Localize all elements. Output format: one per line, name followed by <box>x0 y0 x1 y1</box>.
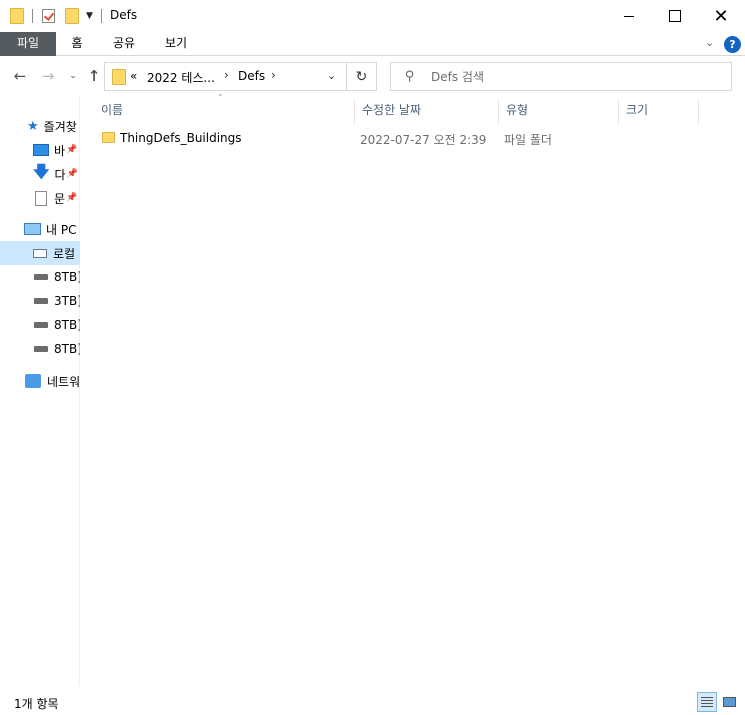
folder-icon <box>112 69 126 85</box>
forward-button[interactable]: → <box>37 64 59 88</box>
sidebar-item-network[interactable]: 네트워 <box>0 369 80 393</box>
sidebar-item-label: 문 <box>54 191 66 206</box>
sidebar-item-label: 3TB] <box>54 294 80 308</box>
status-bar: 1개 항목 <box>0 686 745 715</box>
item-count: 1개 항목 <box>14 697 59 711</box>
star-icon: ★ <box>27 118 39 134</box>
drive-icon <box>34 274 48 280</box>
help-icon[interactable]: ? <box>724 36 741 53</box>
sidebar-item-label: 로컬 <box>53 246 76 261</box>
sidebar-item-label: 내 PC <box>46 222 77 237</box>
drive-icon <box>34 298 48 304</box>
sidebar-item-label: 바 <box>54 143 66 158</box>
search-icon: ⚲ <box>405 69 415 84</box>
recent-locations-dropdown[interactable]: ⌄ <box>62 64 84 88</box>
sidebar-item-this-pc[interactable]: 내 PC <box>0 217 80 241</box>
column-divider[interactable] <box>698 100 699 124</box>
minimize-button[interactable] <box>606 0 652 32</box>
sidebar-item-drive[interactable]: 3TB] <box>0 289 80 313</box>
desktop-icon <box>33 144 49 156</box>
refresh-button[interactable]: ↻ <box>347 62 377 91</box>
sidebar-item-desktop[interactable]: 바 📌 <box>0 138 80 162</box>
file-list: ˄ 이름 수정한 날짜 유형 크기 ThingDefs_Buildings 20… <box>81 94 745 686</box>
address-dropdown-icon[interactable]: ⌄ <box>327 69 336 82</box>
breadcrumb-overflow[interactable]: « <box>130 69 137 83</box>
local-disk-icon <box>33 248 47 258</box>
column-header-name[interactable]: 이름 <box>93 100 354 124</box>
breadcrumb-separator-icon[interactable]: › <box>224 68 229 82</box>
up-button[interactable]: ↑ <box>83 64 105 88</box>
new-folder-icon[interactable] <box>65 6 79 26</box>
navigation-bar: ← → ⌄ ↑ « 2022 테스... › Defs › ⌄ ↻ ⚲ <box>0 56 745 96</box>
maximize-button[interactable] <box>652 0 698 32</box>
file-type: 파일 폴더 <box>504 133 552 147</box>
title-bar: ▼ Defs ✕ <box>0 0 745 32</box>
folder-icon <box>10 6 24 26</box>
tab-share[interactable]: 공유 <box>104 32 144 56</box>
column-header-size[interactable]: 크기 <box>618 100 698 124</box>
pin-icon: 📌 <box>66 169 78 179</box>
large-icons-view-icon <box>722 697 736 707</box>
separator <box>101 6 102 26</box>
sidebar-item-drive[interactable]: 8TB] <box>0 265 80 289</box>
sidebar-item-label: 8TB] <box>54 318 80 332</box>
sidebar-item-documents[interactable]: 문 📌 <box>0 186 80 210</box>
navigation-pane: ★ 즐겨찾 바 📌 🡇 다 📌 문 📌 내 PC 로컬 8TB] 3TB] 8T… <box>0 96 80 686</box>
breadcrumb-item[interactable]: Defs <box>238 69 265 83</box>
pin-icon: 📌 <box>66 193 78 203</box>
file-row[interactable]: ThingDefs_Buildings 2022-07-27 오전 2:39 파… <box>93 127 733 149</box>
expand-ribbon-icon[interactable]: ⌄ <box>705 36 714 49</box>
sidebar-item-label: 즐겨찾 <box>43 119 77 134</box>
column-header-type[interactable]: 유형 <box>498 100 618 124</box>
separator <box>32 6 33 26</box>
sidebar-item-label: 8TB] <box>54 270 80 284</box>
properties-icon[interactable] <box>42 6 55 26</box>
sidebar-item-downloads[interactable]: 🡇 다 📌 <box>0 162 80 186</box>
drive-icon <box>34 346 48 352</box>
ribbon-tabs: 파일 홈 공유 보기 ⌄ ? <box>0 32 745 56</box>
drive-icon <box>34 322 48 328</box>
file-modified: 2022-07-27 오전 2:39 <box>360 133 487 147</box>
computer-icon <box>24 223 41 235</box>
window-title: Defs <box>110 8 138 22</box>
file-name: ThingDefs_Buildings <box>120 131 242 145</box>
column-header-modified[interactable]: 수정한 날짜 <box>354 100 498 124</box>
download-icon: 🡇 <box>33 162 50 181</box>
sidebar-item-label: 다 <box>54 167 66 182</box>
sidebar-item-label: 네트워 <box>47 374 80 389</box>
tab-home[interactable]: 홈 <box>60 32 94 56</box>
address-bar[interactable]: « 2022 테스... › Defs › ⌄ <box>104 62 347 91</box>
tab-view[interactable]: 보기 <box>156 32 196 56</box>
breadcrumb-separator-icon[interactable]: › <box>271 68 276 82</box>
details-view-icon <box>701 697 713 707</box>
sidebar-item-drive[interactable]: 8TB] <box>0 313 80 337</box>
document-icon <box>35 190 47 206</box>
sidebar-item-quick-access[interactable]: ★ 즐겨찾 <box>0 114 80 138</box>
network-icon <box>25 374 41 388</box>
sidebar-item-drive[interactable]: 8TB] <box>0 337 80 361</box>
folder-icon <box>102 132 115 143</box>
details-view-button[interactable] <box>697 692 717 712</box>
sidebar-item-local-disk[interactable]: 로컬 <box>0 241 80 265</box>
search-input[interactable] <box>431 68 711 86</box>
pin-icon: 📌 <box>66 145 78 155</box>
back-button[interactable]: ← <box>9 64 31 88</box>
breadcrumb-item[interactable]: 2022 테스... <box>147 69 215 86</box>
large-icons-view-button[interactable] <box>719 692 739 712</box>
close-button[interactable]: ✕ <box>698 0 744 32</box>
search-box[interactable]: ⚲ <box>390 62 732 91</box>
quick-access-dropdown-icon[interactable]: ▼ <box>86 6 93 26</box>
sidebar-item-label: 8TB] <box>54 342 80 356</box>
tab-file[interactable]: 파일 <box>0 32 56 56</box>
